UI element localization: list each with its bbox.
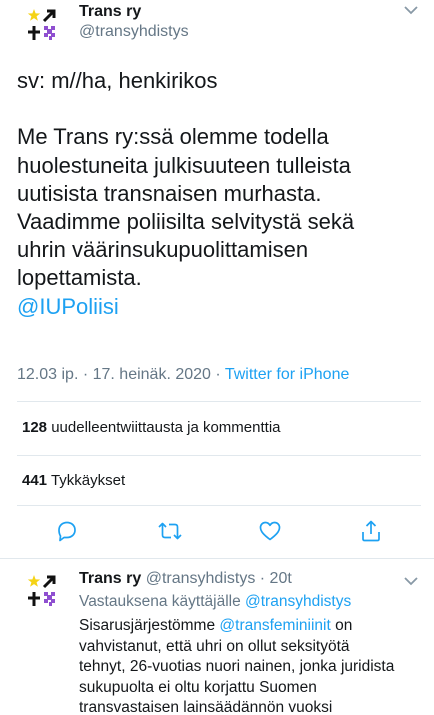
- tweet-line: sv: m//ha, henkirikos: [17, 68, 218, 93]
- timestamp: 12.03 ip. · 17. heinäk. 2020 ·: [17, 366, 225, 383]
- tweet-line: uutisista transnaisen murhasta.: [17, 180, 322, 206]
- replying-to: Vastauksena käyttäjälle @transyhdistys: [79, 593, 351, 611]
- mention-link[interactable]: @IUPoliisi: [17, 294, 119, 319]
- divider: [17, 401, 421, 402]
- divider: [17, 505, 421, 506]
- share-icon: [362, 520, 380, 542]
- avatar[interactable]: [20, 569, 66, 615]
- retweet-button[interactable]: [155, 516, 185, 546]
- reply-header: Trans ry @transyhdistys · 20t: [79, 570, 292, 588]
- tweet-line: huolestuneita julkisuuteen tulleista: [17, 152, 351, 178]
- reply-line: sukupuolta ei oltu korjattu Suomen: [79, 678, 317, 696]
- reply-button[interactable]: [52, 516, 82, 546]
- reply-prefix: Vastauksena käyttäjälle: [79, 593, 246, 610]
- tweet-line: uhrin väärinsukupuolittamisen: [17, 237, 309, 263]
- reply-text: Sisarusjärjestömme @transfeminiinit on v…: [79, 616, 395, 715]
- retweets-label: uudelleentwiittausta ja kommenttia: [51, 419, 281, 436]
- reply-line: tehnyt, 26-vuotias nuori nainen, jonka j…: [79, 658, 395, 675]
- source-link[interactable]: Twitter for iPhone: [225, 366, 350, 383]
- heart-icon: [259, 521, 281, 541]
- trans-ry-logo-icon: [20, 3, 66, 49]
- reply-line: vahvistanut, että uhri on ollut seksityö…: [79, 637, 350, 655]
- author-name[interactable]: Trans ry: [79, 3, 141, 21]
- tweet-line: lopettamista.: [17, 265, 142, 291]
- like-button[interactable]: [255, 516, 285, 546]
- likes-stat[interactable]: 441 Tykkäykset: [22, 472, 125, 489]
- tweet-line: Me Trans ry:ssä olemme todella: [17, 124, 329, 150]
- tweet-header: Trans ry @transyhdistys: [0, 0, 434, 52]
- reply-author-handle[interactable]: @transyhdistys · 20t: [146, 570, 292, 587]
- reply-line: Sisarusjärjestömme: [79, 617, 220, 634]
- tweet-text: sv: m//ha, henkirikos Me Trans ry:ssä ol…: [17, 67, 421, 321]
- retweets-stat[interactable]: 128 uudelleentwiittausta ja kommenttia: [22, 419, 281, 436]
- reply-line: transvastaisen lainsäädännön vuoksi: [79, 699, 333, 715]
- tweet-actions: [0, 516, 434, 550]
- retweet-icon: [158, 522, 182, 540]
- reply-icon: [58, 521, 76, 542]
- likes-count: 441: [22, 472, 48, 489]
- divider: [17, 455, 421, 456]
- reply-line: on: [330, 617, 353, 634]
- tweet-meta: 12.03 ip. · 17. heinäk. 2020 · Twitter f…: [17, 366, 349, 384]
- trans-ry-logo-icon: [20, 569, 66, 615]
- chevron-down-icon[interactable]: [402, 574, 420, 588]
- likes-label: Tykkäykset: [50, 472, 126, 489]
- mention-link[interactable]: @transyhdistys: [245, 593, 351, 610]
- reply-author-name[interactable]: Trans ry: [79, 570, 141, 587]
- chevron-down-icon[interactable]: [402, 3, 420, 17]
- author-handle[interactable]: @transyhdistys: [79, 23, 189, 41]
- mention-link[interactable]: @transfeminiinit: [219, 617, 330, 634]
- divider: [0, 558, 434, 559]
- share-button[interactable]: [356, 516, 386, 546]
- avatar[interactable]: [20, 3, 66, 49]
- tweet-line: Vaadimme poliisilta selvitystä sekä: [17, 209, 355, 234]
- retweets-count: 128: [22, 419, 48, 436]
